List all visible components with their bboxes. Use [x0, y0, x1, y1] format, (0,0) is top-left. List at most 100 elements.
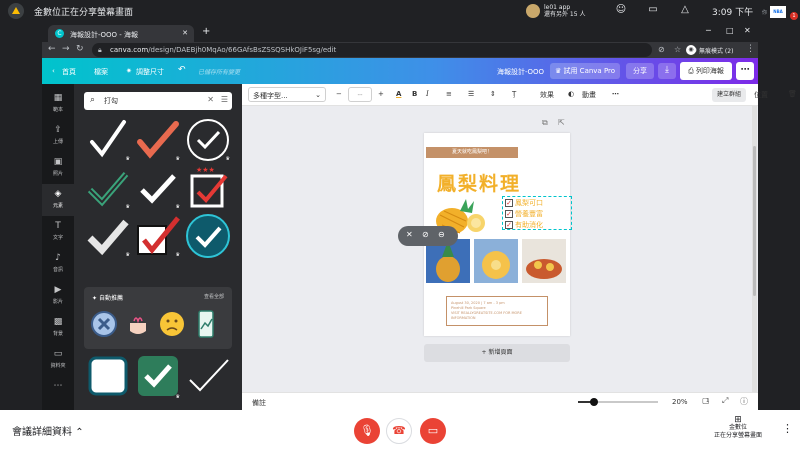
nav-resize[interactable]: 調整尺寸	[136, 67, 164, 77]
checkmark-element-red-brush[interactable]: ♛	[134, 116, 182, 164]
try-pro-button[interactable]: ♛ 試用 Canva Pro	[550, 63, 620, 79]
activities-icon[interactable]: △	[678, 4, 692, 18]
create-group-button[interactable]: 建立群組	[712, 88, 746, 102]
rail-item-photos[interactable]: ▣ 照片	[42, 152, 74, 184]
cross-circle-icon[interactable]	[90, 309, 118, 339]
download-icon[interactable]: ⤓	[658, 63, 676, 79]
people-icon[interactable]: ☺	[614, 4, 628, 18]
photo-pineapple-slice[interactable]	[474, 239, 518, 283]
more-options-icon[interactable]: ⋮	[782, 422, 793, 435]
more-toolbar-icon[interactable]: ⋯	[612, 90, 619, 98]
notes-button[interactable]: 備註	[252, 398, 266, 408]
self-video-tile[interactable]: NBA	[770, 6, 786, 18]
checklist-group[interactable]: ✓ 鳳梨可口 ✓ 營養豐富 ✓ 有助消化	[502, 196, 572, 230]
tab-canva[interactable]: C 海報設計-OOO - 海報 ✕	[48, 25, 194, 42]
checkbox-element-red-stars[interactable]: ★★★	[184, 164, 232, 212]
font-size-input[interactable]: --	[348, 87, 372, 102]
copy-page-icon[interactable]: ⧉	[542, 118, 548, 128]
effects-button[interactable]: 效果	[540, 90, 554, 100]
text-transform-icon[interactable]: Ţ	[512, 90, 516, 98]
zoom-slider-knob[interactable]	[590, 398, 598, 406]
checkmark-element-white-brush[interactable]: ♛	[84, 116, 132, 164]
event-info-box[interactable]: August 30, 2020 | 7 am - 3 pm Pinehill P…	[446, 296, 548, 326]
position-button[interactable]: 位置	[754, 90, 768, 100]
checklist-item[interactable]: ✓ 有助消化	[505, 220, 543, 230]
camera-blocked-icon[interactable]: ⊘	[658, 45, 665, 54]
canvas-scrollbar[interactable]	[752, 106, 757, 392]
minus-circle-icon[interactable]: ⊖	[438, 230, 445, 239]
back-icon[interactable]: ←	[48, 44, 56, 54]
italic-icon[interactable]: I	[426, 90, 429, 98]
checkmark-element-circle-outline[interactable]: ♛	[184, 116, 232, 164]
chat-icon[interactable]: ▭	[646, 4, 660, 18]
see-all-link[interactable]: 查看全部	[204, 293, 224, 300]
maximize-icon[interactable]: □	[726, 26, 734, 35]
coffee-cup-icon[interactable]	[124, 309, 152, 339]
list-icon[interactable]: ☰	[468, 90, 474, 98]
font-family-select[interactable]: 多種字型... ⌄	[248, 87, 326, 102]
participants-chip[interactable]: le01 app 還有另外 15 人	[526, 2, 585, 20]
delete-icon[interactable]: 🗑︎	[788, 90, 797, 98]
checklist-item[interactable]: ✓ 鳳梨可口	[505, 198, 543, 208]
rail-item-uploads[interactable]: ⇪ 上傳	[42, 120, 74, 152]
checkbox-element-white-rounded[interactable]	[84, 354, 132, 402]
zoom-slider[interactable]	[578, 398, 658, 406]
checkmark-element-green-outline[interactable]: ♛	[84, 164, 132, 212]
scrollbar-thumb[interactable]	[753, 146, 756, 296]
zoom-percent[interactable]: 20%	[672, 398, 688, 406]
mic-off-icon[interactable]: ✕	[406, 230, 413, 239]
rail-item-text[interactable]: T 文字	[42, 216, 74, 248]
text-color-icon[interactable]: A	[396, 90, 401, 98]
rail-item-background[interactable]: ▩ 背景	[42, 312, 74, 344]
fullscreen-icon[interactable]: ⤢	[722, 396, 728, 406]
forward-icon[interactable]: →	[62, 44, 70, 54]
bookmark-star-icon[interactable]: ☆	[674, 45, 681, 54]
nav-file[interactable]: 檔案	[94, 67, 108, 77]
bold-icon[interactable]: B	[412, 90, 417, 98]
video-off-icon[interactable]: ⊘	[422, 230, 429, 239]
line-spacing-icon[interactable]: ⇕	[490, 90, 496, 98]
phone-chart-icon[interactable]	[192, 309, 220, 339]
font-size-decrease-icon[interactable]: −	[336, 90, 342, 98]
help-icon[interactable]: ⓘ	[740, 396, 748, 407]
checkbox-element-green-filled[interactable]: ♛	[134, 354, 182, 402]
checkmark-element-teal-circle[interactable]	[184, 212, 232, 260]
poster-ribbon[interactable]: 夏天就吃鳳梨吧！	[426, 147, 518, 158]
checkbox-element-black-red[interactable]: ♛	[134, 212, 182, 260]
rail-item-more[interactable]: ⋯	[42, 376, 74, 408]
checkmark-element-white-bold[interactable]: ♛	[134, 164, 182, 212]
document-title[interactable]: 海報設計-OOO	[497, 67, 544, 77]
rail-item-elements[interactable]: ◈ 元素	[42, 184, 74, 216]
checkmark-element-thin-white[interactable]	[184, 354, 232, 402]
print-poster-button[interactable]: ⎙ 列印海報	[680, 62, 732, 80]
tab-close-icon[interactable]: ✕	[182, 29, 188, 37]
clear-search-icon[interactable]: ✕	[207, 95, 214, 104]
align-icon[interactable]: ≡	[446, 90, 452, 98]
presenting-indicator[interactable]: ⊞ 金數位 正在分享螢幕畫面	[700, 416, 776, 440]
checkmark-element-grey[interactable]: ♛	[84, 212, 132, 260]
meeting-details-button[interactable]: 會議詳細資料 ⌃	[12, 423, 84, 438]
animate-icon[interactable]: ◐	[568, 90, 574, 98]
share-button[interactable]: 分享	[626, 63, 654, 79]
rail-item-templates[interactable]: ▦ 範本	[42, 88, 74, 120]
rail-item-audio[interactable]: ♪ 音訊	[42, 248, 74, 280]
camera-off-button[interactable]: ▭	[420, 418, 446, 444]
rail-item-folder[interactable]: ▭ 資料夾	[42, 344, 74, 376]
photo-pineapple-dish[interactable]	[522, 239, 566, 283]
minimize-icon[interactable]: ─	[706, 26, 711, 35]
new-tab-icon[interactable]: +	[202, 26, 210, 37]
poster-title[interactable]: 鳳梨料理	[437, 169, 521, 196]
hang-up-button[interactable]: ☎︎	[386, 418, 412, 444]
incognito-chip[interactable]: ◉ 無痕模式 (2)	[686, 44, 733, 56]
back-home-icon[interactable]: ‹	[52, 67, 55, 75]
close-window-icon[interactable]: ✕	[744, 26, 751, 35]
nav-home[interactable]: 首頁	[62, 67, 76, 77]
mic-off-button[interactable]: 🎙︎	[354, 418, 380, 444]
font-size-increase-icon[interactable]: +	[378, 90, 384, 98]
add-page-button[interactable]: + 新增頁面	[424, 344, 570, 362]
url-field[interactable]: 🔒︎ canva.com/design/DAEBjh0MqAo/66GAfsBs…	[92, 43, 697, 57]
reload-icon[interactable]: ↻	[76, 44, 84, 54]
rail-item-video[interactable]: ▶ 影片	[42, 280, 74, 312]
more-options-button[interactable]: ⋯	[736, 62, 754, 80]
filter-icon[interactable]: ☰	[221, 95, 228, 104]
